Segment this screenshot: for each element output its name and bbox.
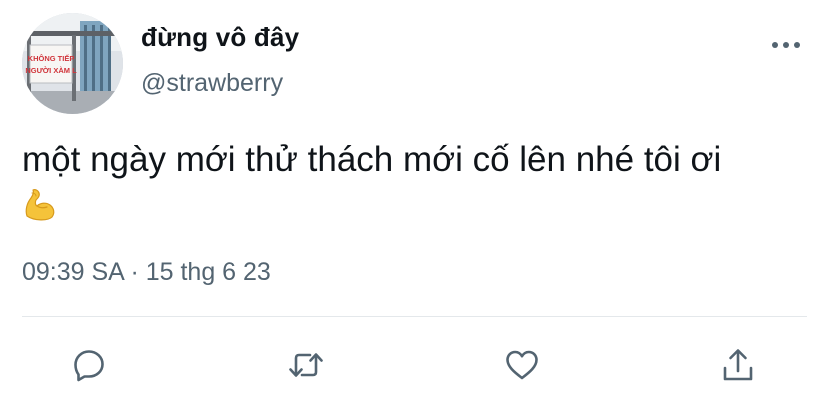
more-button[interactable] xyxy=(766,30,806,60)
retweet-icon xyxy=(289,353,323,377)
timestamp-separator: · xyxy=(130,258,139,286)
divider xyxy=(22,316,807,317)
like-button[interactable] xyxy=(500,343,544,387)
avatar[interactable]: KHÔNG TIẾP NGƯỜI XÀM L xyxy=(22,13,123,114)
tweet-time[interactable]: 09:39 SA xyxy=(22,258,123,286)
sign-line-2: NGƯỜI XÀM L xyxy=(25,66,77,75)
tweet-date[interactable]: 15 thg 6 23 xyxy=(146,258,271,286)
flexed-biceps-icon xyxy=(25,189,55,221)
tweet-detail: KHÔNG TIẾP NGƯỜI XÀM L đừng vô đây @stra… xyxy=(0,0,828,412)
reply-button[interactable] xyxy=(67,343,111,387)
heart-icon xyxy=(506,350,538,380)
tweet-text: một ngày mới thử thách mới cố lên nhé tô… xyxy=(22,140,722,179)
more-horizontal-icon xyxy=(772,42,800,48)
sign-line-1: KHÔNG TIẾP xyxy=(28,53,75,63)
reply-icon xyxy=(74,350,104,382)
tweet-timestamp: 09:39 SA · 15 thg 6 23 xyxy=(22,258,271,287)
retweet-button[interactable] xyxy=(284,343,328,387)
share-button[interactable] xyxy=(716,343,760,387)
display-name[interactable]: đừng vô đây xyxy=(141,22,299,53)
avatar-image: KHÔNG TIẾP NGƯỜI XÀM L xyxy=(22,13,123,114)
share-icon xyxy=(723,349,753,381)
flexed-biceps-emoji xyxy=(22,186,58,222)
user-handle[interactable]: @strawberry xyxy=(141,69,283,98)
